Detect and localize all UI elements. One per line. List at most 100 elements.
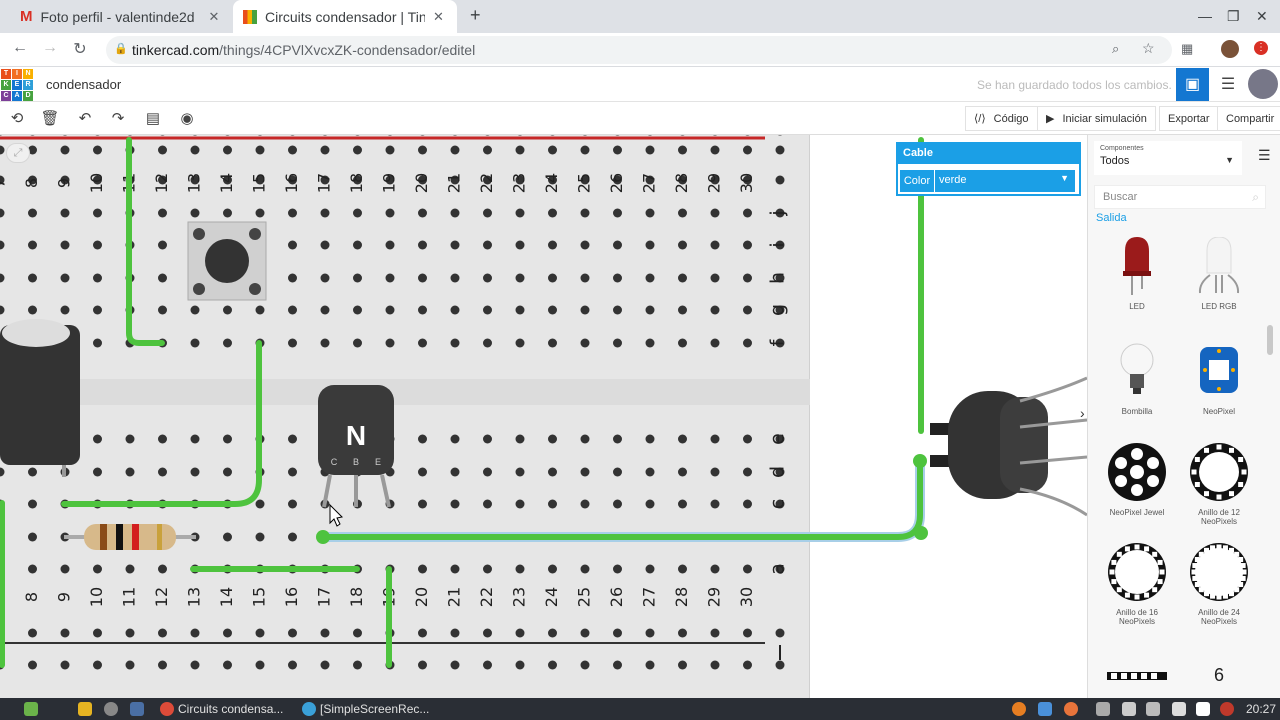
breadboard-hole[interactable]: [190, 467, 200, 477]
breadboard-hole[interactable]: [0, 467, 5, 477]
breadboard-hole[interactable]: [288, 135, 297, 136]
breadboard-hole[interactable]: [320, 273, 330, 283]
breadboard-hole[interactable]: [548, 208, 557, 218]
component-led[interactable]: LED: [1097, 237, 1177, 311]
tray-icon[interactable]: [1038, 700, 1056, 718]
breadboard-hole[interactable]: [158, 434, 167, 444]
breadboard-hole[interactable]: [288, 338, 297, 348]
breadboard-hole[interactable]: [93, 145, 102, 155]
breadboard-hole[interactable]: [60, 273, 70, 283]
tray-icon[interactable]: [1012, 700, 1030, 718]
breadboard-hole[interactable]: [710, 564, 720, 574]
menu-icon[interactable]: ⋮: [1254, 41, 1268, 55]
settings-icon[interactable]: [104, 700, 122, 718]
breadboard-hole[interactable]: [158, 208, 167, 218]
breadboard-hole[interactable]: [515, 273, 525, 283]
breadboard-hole[interactable]: [450, 434, 460, 444]
breadboard-hole[interactable]: [288, 145, 297, 155]
rotate-icon[interactable]: ⟲: [7, 109, 27, 127]
network-icon[interactable]: [1146, 700, 1164, 718]
component-strip[interactable]: [1097, 669, 1177, 688]
breadboard-hole[interactable]: [711, 135, 720, 136]
breadboard-hole[interactable]: [158, 135, 167, 136]
breadboard-hole[interactable]: [418, 499, 427, 509]
breadboard-hole[interactable]: [320, 240, 330, 250]
breadboard-hole[interactable]: [28, 628, 37, 638]
breadboard-hole[interactable]: [418, 467, 427, 477]
breadboard-hole[interactable]: [548, 305, 557, 315]
circuit-view-button[interactable]: ▣: [1176, 68, 1209, 101]
breadboard-hole[interactable]: [0, 135, 5, 136]
breadboard-hole[interactable]: [93, 467, 102, 477]
breadboard-hole[interactable]: [613, 338, 622, 348]
breadboard-hole[interactable]: [613, 660, 622, 670]
breadboard-hole[interactable]: [678, 660, 687, 670]
breadboard-hole[interactable]: [580, 564, 590, 574]
breadboard-hole[interactable]: [646, 135, 655, 136]
window-close-icon[interactable]: ✕: [1256, 8, 1268, 25]
breadboard-hole[interactable]: [288, 499, 297, 509]
address-bar[interactable]: 🔒 tinkercad.com/things/4CPVlXvcxZK-conde…: [106, 36, 1172, 64]
breadboard-hole[interactable]: [743, 240, 752, 250]
breadboard-hole[interactable]: [580, 467, 590, 477]
breadboard-hole[interactable]: [125, 660, 135, 670]
breadboard-hole[interactable]: [645, 660, 655, 670]
breadboard-hole[interactable]: [93, 273, 102, 283]
breadboard-hole[interactable]: [613, 628, 622, 638]
document-title[interactable]: condensador: [46, 77, 121, 92]
breadboard-hole[interactable]: [450, 467, 460, 477]
breadboard-hole[interactable]: [61, 135, 70, 136]
breadboard-hole[interactable]: [710, 434, 720, 444]
breadboard-hole[interactable]: [743, 135, 752, 136]
component-bulb[interactable]: Bombilla: [1097, 342, 1177, 416]
breadboard-hole[interactable]: [28, 532, 37, 542]
breadboard-hole[interactable]: [28, 660, 37, 670]
breadboard-hole[interactable]: [60, 145, 70, 155]
breadboard-hole[interactable]: [385, 145, 395, 155]
breadboard-hole[interactable]: [516, 135, 525, 136]
breadboard-hole[interactable]: [678, 145, 687, 155]
breadboard-hole[interactable]: [0, 240, 5, 250]
breadboard-hole[interactable]: [580, 240, 590, 250]
breadboard-hole[interactable]: [515, 208, 525, 218]
breadboard-drawing[interactable]: 7 8 9 10 11 12 13 14 15 16 17 18 19 20 21 22 23 24 25 26 27 2…: [0, 135, 1087, 698]
breadboard-hole[interactable]: [515, 628, 525, 638]
breadboard-hole[interactable]: [645, 564, 655, 574]
breadboard-hole[interactable]: [223, 434, 232, 444]
breadboard-hole[interactable]: [191, 135, 200, 136]
breadboard-hole[interactable]: [678, 499, 687, 509]
breadboard-hole[interactable]: [775, 145, 785, 155]
breadboard-hole[interactable]: [483, 273, 492, 283]
category-select[interactable]: Componentes Todos ▼: [1094, 141, 1242, 175]
breadboard-hole[interactable]: [613, 434, 622, 444]
breadboard-hole[interactable]: [515, 145, 525, 155]
breadboard-hole[interactable]: [353, 273, 362, 283]
breadboard-hole[interactable]: [353, 660, 362, 670]
breadboard-hole[interactable]: [288, 273, 297, 283]
tinkercad-logo[interactable]: T I N K E R C A D: [1, 69, 33, 101]
breadboard-hole[interactable]: [353, 135, 362, 136]
breadboard-hole[interactable]: [678, 338, 687, 348]
breadboard-hole[interactable]: [483, 208, 492, 218]
breadboard-hole[interactable]: [0, 273, 5, 283]
delete-icon[interactable]: 🗑: [40, 109, 60, 127]
start-menu-icon[interactable]: [24, 700, 42, 718]
code-button[interactable]: ⟨/⟩ Código: [965, 106, 1038, 131]
breadboard-hole[interactable]: [255, 208, 265, 218]
tray-icon[interactable]: [1196, 700, 1214, 718]
breadboard-hole[interactable]: [223, 135, 232, 136]
breadboard-hole[interactable]: [223, 338, 232, 348]
component-led-rgb[interactable]: LED RGB: [1179, 236, 1259, 311]
breadboard-hole[interactable]: [710, 338, 720, 348]
breadboard-hole[interactable]: [483, 338, 492, 348]
tray-icon[interactable]: [1122, 700, 1140, 718]
breadboard-hole[interactable]: [515, 305, 525, 315]
component-ring-12[interactable]: Anillo de 12 NeoPixels: [1179, 441, 1259, 526]
tray-icon[interactable]: [1172, 700, 1190, 718]
breadboard-hole[interactable]: [28, 240, 37, 250]
breadboard-hole[interactable]: [710, 208, 720, 218]
breadboard-hole[interactable]: [483, 145, 492, 155]
back-icon[interactable]: ←: [9, 39, 31, 57]
breadboard-hole[interactable]: [548, 628, 557, 638]
breadboard-hole[interactable]: [580, 305, 590, 315]
